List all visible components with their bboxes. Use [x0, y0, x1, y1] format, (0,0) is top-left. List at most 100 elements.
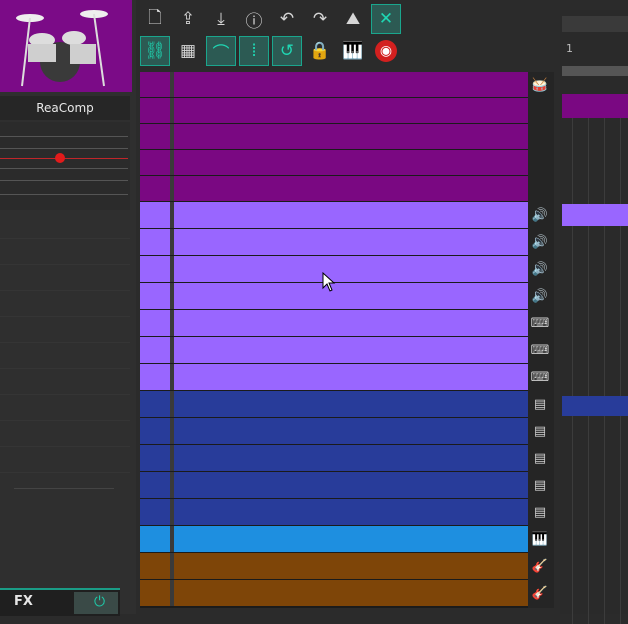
drum-icon[interactable]: 🥁: [530, 76, 550, 94]
redo-button[interactable]: ↷: [305, 4, 335, 34]
track-row[interactable]: [140, 124, 528, 150]
lock-button[interactable]: 🔒: [305, 36, 335, 66]
track-row[interactable]: [140, 364, 528, 391]
metronome-icon: ⛰: [345, 9, 361, 29]
grid-line: [0, 148, 128, 149]
download-icon: ⤓: [217, 9, 225, 29]
undo-button[interactable]: ↶: [272, 4, 302, 34]
new-file-icon: 🗋: [148, 7, 162, 28]
track-number-divider: [170, 256, 174, 282]
track-row[interactable]: [140, 72, 528, 98]
track-number-divider: [170, 310, 174, 336]
track-row[interactable]: [140, 391, 528, 418]
guitar-icon[interactable]: 🎸: [530, 584, 550, 602]
track-row[interactable]: [140, 202, 528, 229]
redo-icon: ↷: [312, 9, 328, 29]
snap-grid-button[interactable]: ⦙: [239, 36, 269, 66]
grid-line: [0, 180, 128, 181]
fx-plugin-name[interactable]: ReaComp: [0, 96, 130, 120]
media-item-drums[interactable]: [562, 94, 628, 118]
track-row[interactable]: [140, 310, 528, 337]
track-row[interactable]: [140, 418, 528, 445]
loop-icon: ↺: [279, 41, 295, 61]
bar-number: 1: [566, 42, 573, 55]
speaker-icon[interactable]: 🔊: [530, 287, 550, 305]
track-list[interactable]: [140, 72, 530, 608]
grid-line: [0, 168, 128, 169]
track-row[interactable]: [140, 472, 528, 499]
new-file-button[interactable]: 🗋: [140, 4, 170, 34]
grid-icon: ▦: [179, 41, 197, 61]
speaker-icon[interactable]: 🔊: [530, 206, 550, 224]
synth-icon[interactable]: ▤: [530, 503, 550, 521]
ripple-edit-button[interactable]: ⌒: [206, 36, 236, 66]
metronome-button[interactable]: ⛰: [338, 4, 368, 34]
piano-track-icon[interactable]: 🎹: [530, 530, 550, 548]
fx-envelope-display[interactable]: [0, 122, 130, 210]
undo-icon: ↶: [279, 9, 295, 29]
track-number-divider: [170, 445, 174, 471]
piano-icon: 🎹: [342, 41, 364, 61]
link-icon: ⛓: [144, 41, 166, 61]
mouse-cursor-icon: [322, 272, 336, 292]
download-button[interactable]: ⤓: [206, 4, 236, 34]
guitar-icon[interactable]: 🎸: [530, 557, 550, 575]
track-number-divider: [170, 418, 174, 444]
keyboard-icon[interactable]: ⌨: [530, 368, 550, 386]
piano-button[interactable]: 🎹: [338, 36, 368, 66]
snap-grid-icon: ⦙: [252, 41, 256, 61]
track-row[interactable]: [140, 445, 528, 472]
threshold-knob[interactable]: [55, 153, 65, 163]
track-number-divider: [170, 98, 174, 123]
track-number-divider: [170, 580, 174, 606]
crossfade-icon: ✕: [378, 9, 394, 29]
upload-icon: ⇪: [180, 9, 196, 29]
track-number-divider: [170, 553, 174, 579]
record-icon: ◉: [375, 40, 397, 62]
fx-button[interactable]: FX: [14, 594, 33, 609]
grid-line: [0, 194, 128, 195]
drum-kit-icon: [16, 10, 108, 87]
timeline-ruler[interactable]: [562, 16, 628, 32]
upload-button[interactable]: ⇪: [173, 4, 203, 34]
keyboard-icon[interactable]: ⌨: [530, 341, 550, 359]
track-number-divider: [170, 124, 174, 149]
track-row[interactable]: [140, 150, 528, 176]
grid-button[interactable]: ▦: [173, 36, 203, 66]
synth-icon[interactable]: ▤: [530, 395, 550, 413]
media-item-synth[interactable]: [562, 204, 628, 226]
synth-icon[interactable]: ▤: [530, 449, 550, 467]
track-row[interactable]: [140, 580, 528, 607]
track-number-divider: [170, 229, 174, 255]
track-row[interactable]: [140, 337, 528, 364]
link-button[interactable]: ⛓: [140, 36, 170, 66]
loop-button[interactable]: ↺: [272, 36, 302, 66]
track-row[interactable]: [140, 526, 528, 553]
track-row[interactable]: [140, 553, 528, 580]
info-button[interactable]: ⓘ: [239, 4, 269, 34]
media-item-bass[interactable]: [562, 396, 628, 416]
grid-line: [0, 136, 128, 137]
track-row[interactable]: [140, 229, 528, 256]
keyboard-icon[interactable]: ⌨: [530, 314, 550, 332]
crossfade-button[interactable]: ✕: [371, 4, 401, 34]
speaker-icon[interactable]: 🔊: [530, 260, 550, 278]
mixer-slots: [0, 212, 130, 614]
track-row[interactable]: [140, 98, 528, 124]
track-number-divider: [170, 176, 174, 201]
track-thumbnail-drums[interactable]: [0, 0, 132, 92]
synth-icon[interactable]: ▤: [530, 422, 550, 440]
info-icon: ⓘ: [245, 11, 263, 32]
track-number-divider: [170, 283, 174, 309]
record-button[interactable]: ◉: [371, 36, 401, 66]
speaker-icon[interactable]: 🔊: [530, 233, 550, 251]
track-row[interactable]: [140, 176, 528, 202]
lock-icon: 🔒: [309, 41, 331, 61]
track-icon-column: 🥁 🔊 🔊 🔊 🔊 ⌨ ⌨ ⌨ ▤ ▤ ▤ ▤ ▤ 🎹 🎸 🎸: [528, 72, 554, 608]
fx-power-button[interactable]: ⏻: [74, 592, 118, 614]
ripple-edit-icon: ⌒: [212, 43, 230, 64]
track-row[interactable]: [140, 499, 528, 526]
track-number-divider: [170, 526, 174, 552]
track-number-divider: [170, 499, 174, 525]
synth-icon[interactable]: ▤: [530, 476, 550, 494]
